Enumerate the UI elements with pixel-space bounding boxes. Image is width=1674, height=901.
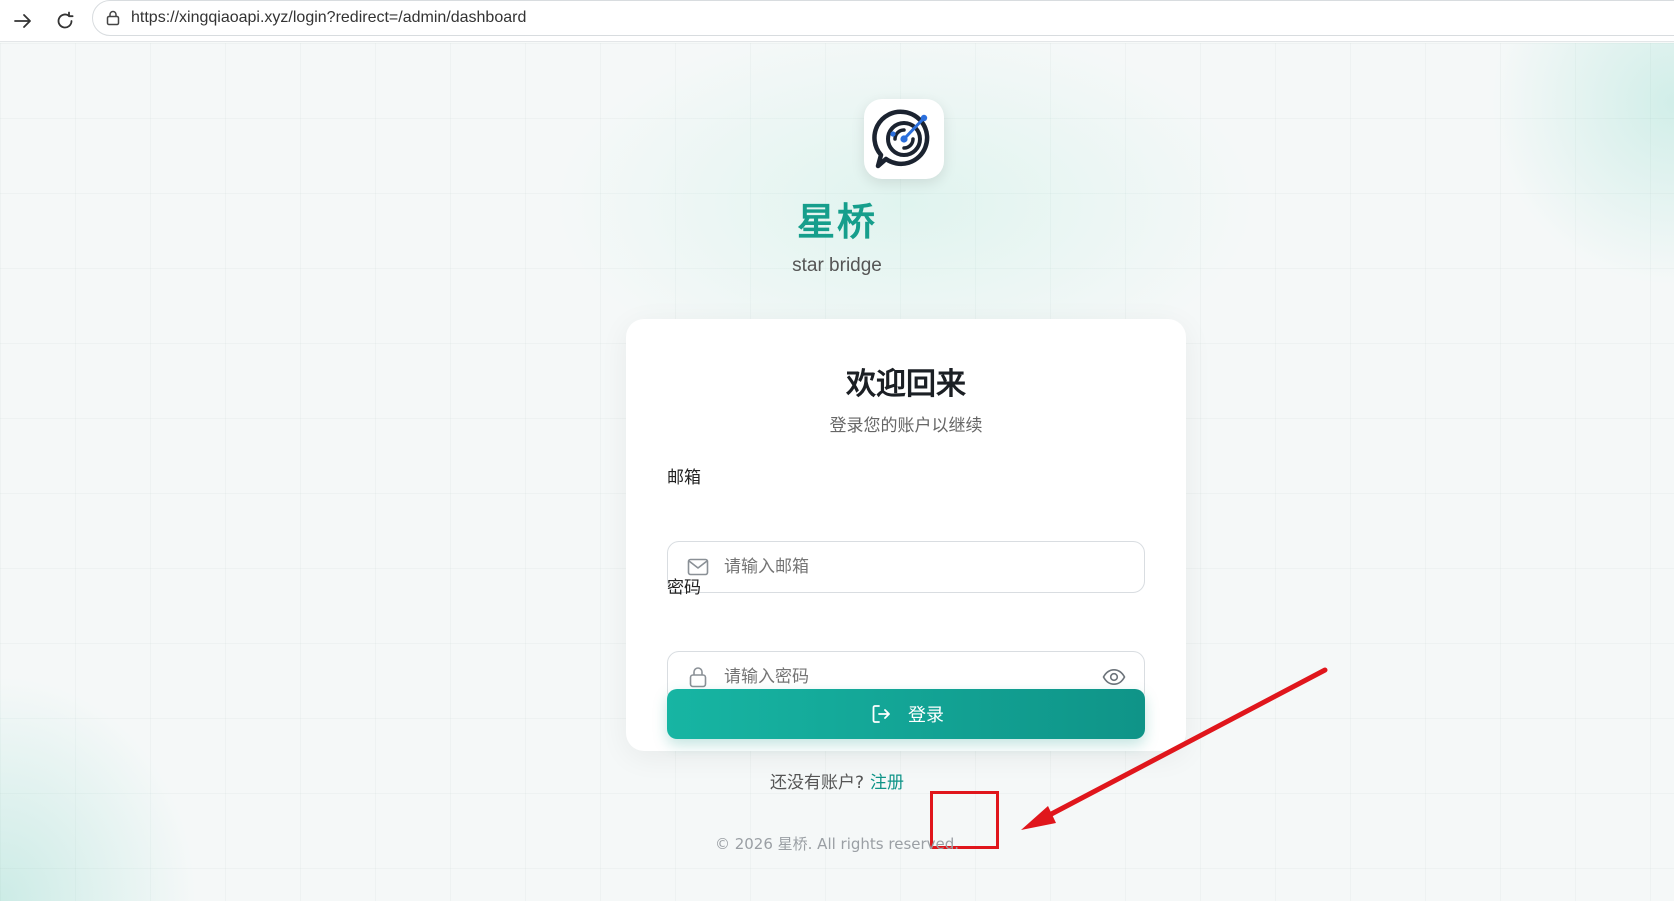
url-text[interactable]: https://xingqiaoapi.xyz/login?redirect=/…: [131, 9, 526, 27]
email-input[interactable]: [724, 557, 1144, 577]
forward-icon[interactable]: [6, 4, 40, 38]
browser-toolbar: https://xingqiaoapi.xyz/login?redirect=/…: [0, 0, 1674, 42]
reload-icon[interactable]: [48, 4, 82, 38]
login-icon: [868, 701, 894, 727]
lock-icon[interactable]: [101, 6, 125, 30]
card-subtitle: 登录您的账户以继续: [829, 416, 983, 436]
radar-chat-icon: [864, 99, 944, 179]
login-button[interactable]: 登录: [667, 689, 1145, 739]
signup-link[interactable]: 注册: [870, 773, 904, 793]
card-title: 欢迎回来: [846, 367, 966, 402]
password-input[interactable]: [724, 667, 1100, 687]
lock-icon: [684, 663, 712, 691]
eye-icon[interactable]: [1100, 663, 1128, 691]
email-label: 邮箱: [667, 468, 701, 488]
signup-prompt: 还没有账户? 注册: [0, 768, 1674, 793]
login-button-label: 登录: [908, 705, 944, 726]
password-label: 密码: [667, 578, 701, 598]
address-bar[interactable]: https://xingqiaoapi.xyz/login?redirect=/…: [92, 0, 1674, 36]
brand-subtitle: star bridge: [792, 255, 882, 276]
footer-copyright: © 2026 星桥. All rights reserved.: [714, 835, 960, 853]
email-field[interactable]: [667, 541, 1145, 593]
login-card: 欢迎回来 登录您的账户以继续 邮箱 密码 登录: [626, 319, 1186, 751]
brand-name: 星桥: [796, 200, 877, 244]
signup-prompt-text: 还没有账户?: [769, 773, 865, 793]
